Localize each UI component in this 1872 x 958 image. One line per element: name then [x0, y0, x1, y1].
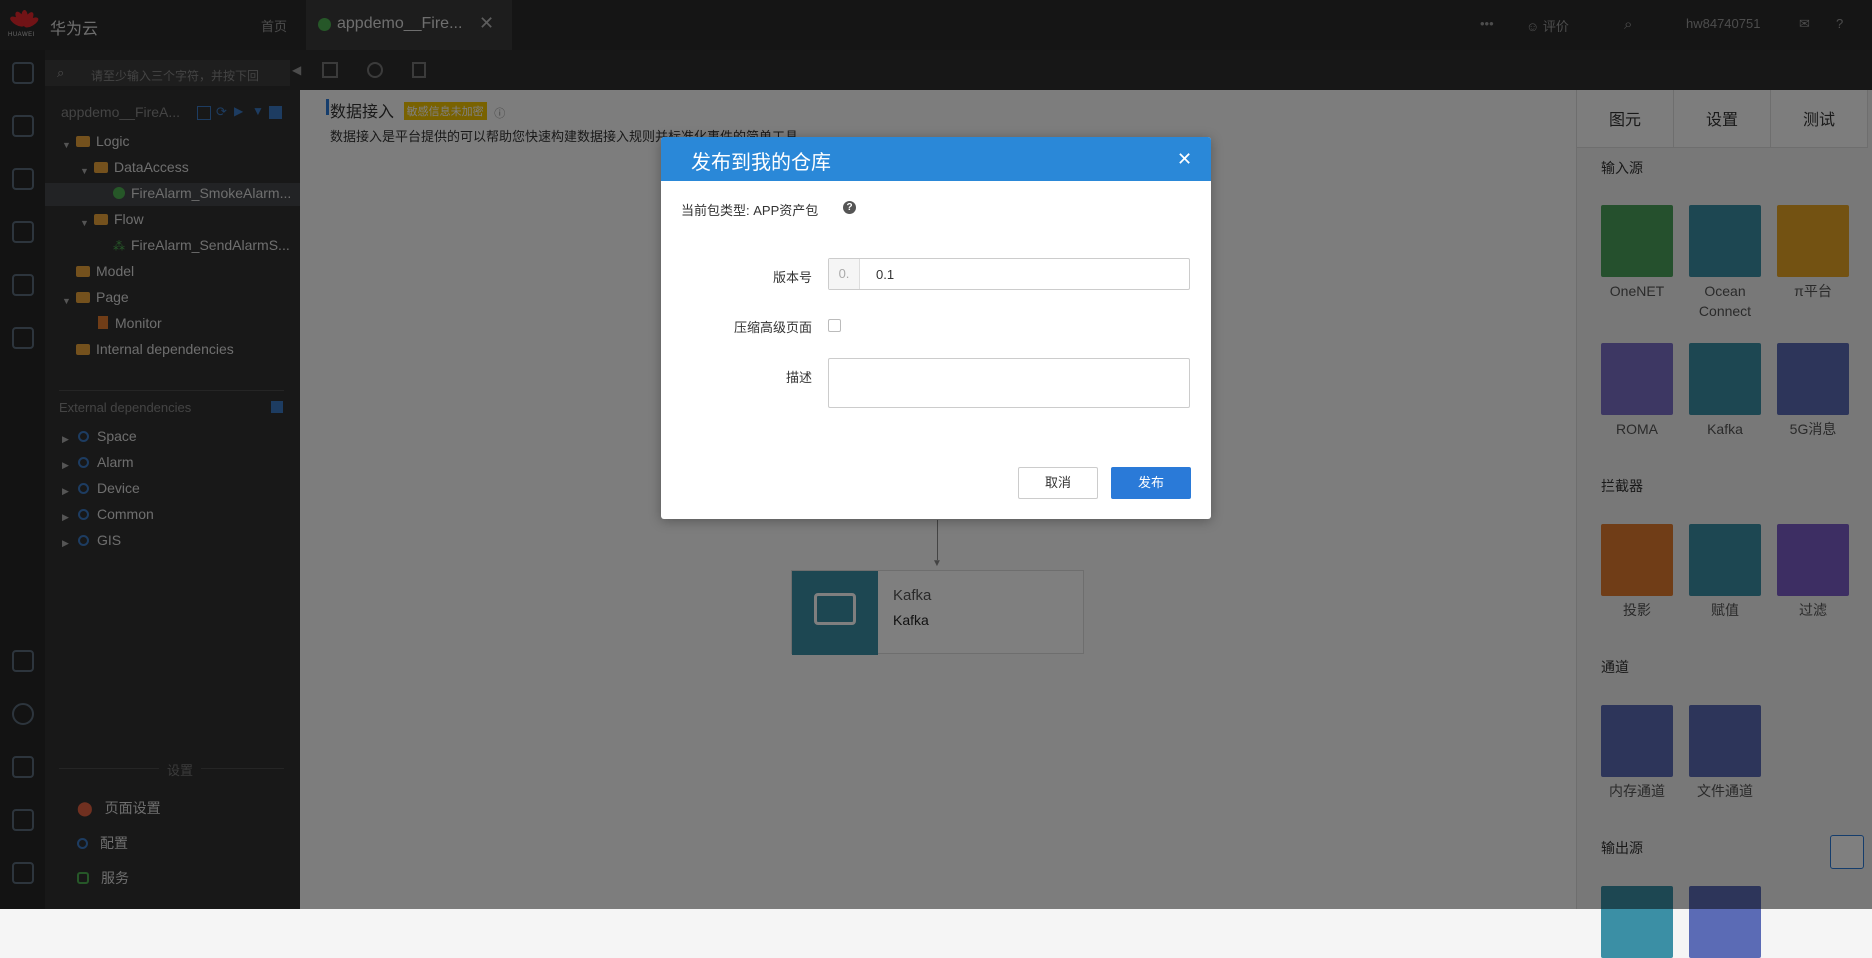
version-prefix: 0. [829, 259, 860, 289]
compress-checkbox[interactable] [828, 319, 841, 332]
package-type: 当前包类型: APP资产包 [681, 203, 819, 218]
publish-button[interactable]: 发布 [1111, 467, 1191, 499]
dialog-title: 发布到我的仓库 [691, 152, 831, 174]
dialog-header: 发布到我的仓库 ✕ [661, 137, 1211, 181]
desc-label: 描述 [785, 370, 812, 385]
cancel-button[interactable]: 取消 [1018, 467, 1098, 499]
version-field: 0. [828, 258, 1190, 290]
help-icon[interactable]: ? [843, 201, 856, 214]
publish-dialog: 发布到我的仓库 ✕ 当前包类型: APP资产包 ? 版本号 0. 压缩高级页面 … [661, 137, 1211, 519]
close-icon[interactable]: ✕ [1177, 149, 1192, 170]
version-label: 版本号 [772, 270, 812, 285]
description-textarea[interactable] [828, 358, 1190, 408]
compress-label: 压缩高级页面 [733, 320, 812, 335]
version-input[interactable] [861, 259, 1189, 289]
